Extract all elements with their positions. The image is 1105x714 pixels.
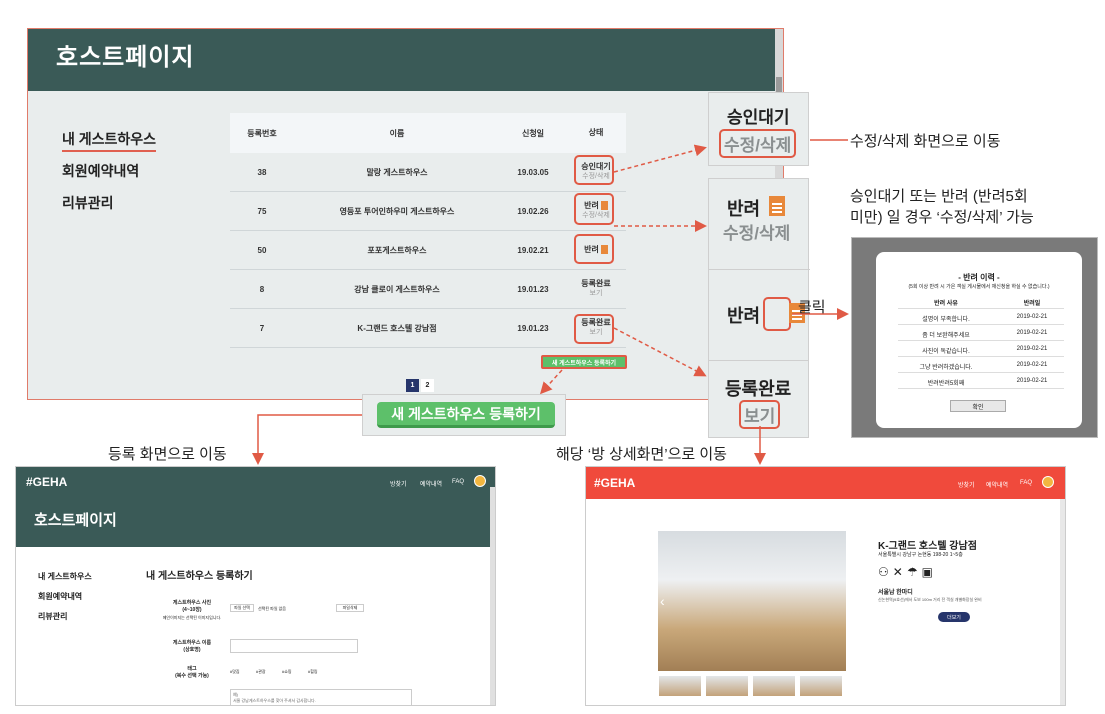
arrow-to-register-button (539, 369, 563, 395)
arrow-to-register-page (252, 414, 362, 465)
arrow-to-registered (613, 327, 707, 377)
flow-arrows (252, 139, 849, 465)
arrow-to-edit (613, 144, 707, 173)
